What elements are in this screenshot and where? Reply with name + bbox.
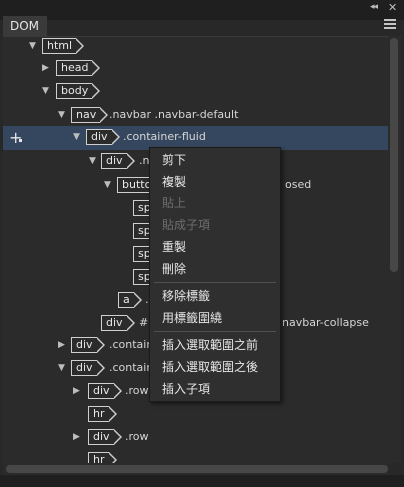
chevron-right-icon[interactable]: ▶ [73, 386, 83, 396]
panel-title-bar: ◂◂ ✕ [0, 0, 404, 20]
tree-row-div-row[interactable]: ▶ div .row [3, 426, 389, 450]
class-label: navbar-collapse [282, 316, 369, 329]
menu-item-insert-after[interactable]: 插入選取範圍之後 [150, 357, 280, 377]
hamburger-menu-icon[interactable] [384, 19, 396, 29]
tag-label[interactable]: div [101, 315, 134, 331]
tree-row-hr[interactable]: hr [3, 449, 389, 463]
plus-icon[interactable]: + [9, 128, 22, 147]
chevron-right-icon[interactable]: ▶ [58, 340, 68, 350]
tag-label[interactable]: head [56, 60, 102, 76]
tag-label[interactable]: a [118, 292, 142, 308]
panel-bottom-bar [0, 475, 404, 487]
menu-item-cut[interactable]: 剪下 [150, 150, 280, 170]
class-label: # [139, 316, 149, 329]
chevron-down-icon[interactable]: ▼ [58, 110, 68, 120]
chevron-down-icon[interactable]: ▼ [73, 132, 83, 142]
tag-label[interactable]: div [71, 360, 104, 376]
class-label: .n [139, 154, 150, 167]
vertical-scrollbar[interactable] [388, 36, 400, 463]
menu-item-insert-child[interactable]: 插入子項 [150, 379, 280, 399]
context-menu: 剪下 複製 貼上 貼成子項 重製 刪除 移除標籤 用標籤圍繞 插入選取範圍之前 … [149, 147, 281, 402]
chevron-down-icon[interactable]: ▼ [89, 156, 99, 166]
class-label: .navbar .navbar-default [109, 108, 239, 121]
class-label: .contain [109, 361, 154, 374]
plus-dot [19, 139, 22, 142]
class-label: .contain [109, 338, 154, 351]
close-icon[interactable]: ✕ [388, 1, 397, 14]
tree-row-body[interactable]: ▼ body [3, 80, 389, 104]
menu-item-wrap-with-tag[interactable]: 用標籤圍繞 [150, 308, 280, 328]
tree-row-hr[interactable]: hr [3, 403, 389, 427]
tag-label[interactable]: div [88, 429, 121, 445]
chevron-down-icon[interactable]: ▼ [58, 363, 68, 373]
tag-label[interactable]: body [56, 83, 101, 99]
chevron-down-icon[interactable]: ▼ [104, 180, 114, 190]
collapse-panel-icon[interactable]: ◂◂ [370, 2, 378, 12]
tag-label[interactable]: html [42, 38, 85, 54]
menu-item-paste-as-child: 貼成子項 [162, 218, 211, 232]
menu-item-duplicate[interactable]: 重製 [150, 237, 280, 257]
tag-label[interactable]: hr [88, 452, 116, 463]
tree-row-nav[interactable]: ▼ nav .navbar .navbar-default [3, 104, 389, 128]
tag-label[interactable]: hr [88, 406, 116, 422]
class-label: .row [125, 430, 149, 443]
tag-label[interactable]: div [71, 337, 104, 353]
menu-item-remove-tag[interactable]: 移除標籤 [150, 286, 280, 306]
menu-separator [154, 331, 276, 332]
menu-item-insert-before[interactable]: 插入選取範圍之前 [150, 335, 280, 355]
tag-label[interactable]: div [88, 383, 121, 399]
tab-dom[interactable]: DOM [3, 16, 47, 36]
tree-row-head[interactable]: ▶ head [3, 57, 389, 81]
menu-item-copy[interactable]: 複製 [150, 172, 280, 192]
class-label: .row [125, 384, 149, 397]
menu-item-delete[interactable]: 刪除 [150, 259, 280, 279]
chevron-down-icon[interactable]: ▼ [29, 41, 39, 51]
tree-row-html[interactable]: ▼ html [3, 37, 389, 59]
tag-label[interactable]: div [86, 129, 119, 145]
chevron-right-icon[interactable]: ▶ [73, 432, 83, 442]
class-label: .container-fluid [123, 130, 206, 143]
tag-label[interactable]: nav [71, 107, 109, 123]
class-label: . [145, 293, 149, 306]
class-label: osed [285, 178, 312, 191]
chevron-down-icon[interactable]: ▼ [42, 86, 52, 96]
scrollbar-thumb[interactable] [390, 38, 398, 272]
scrollbar-thumb[interactable] [6, 465, 388, 473]
tag-label[interactable]: div [101, 153, 134, 169]
horizontal-scrollbar[interactable] [3, 463, 388, 475]
chevron-right-icon[interactable]: ▶ [42, 63, 52, 73]
menu-separator [154, 282, 276, 283]
menu-item-paste: 貼上 [162, 196, 187, 210]
